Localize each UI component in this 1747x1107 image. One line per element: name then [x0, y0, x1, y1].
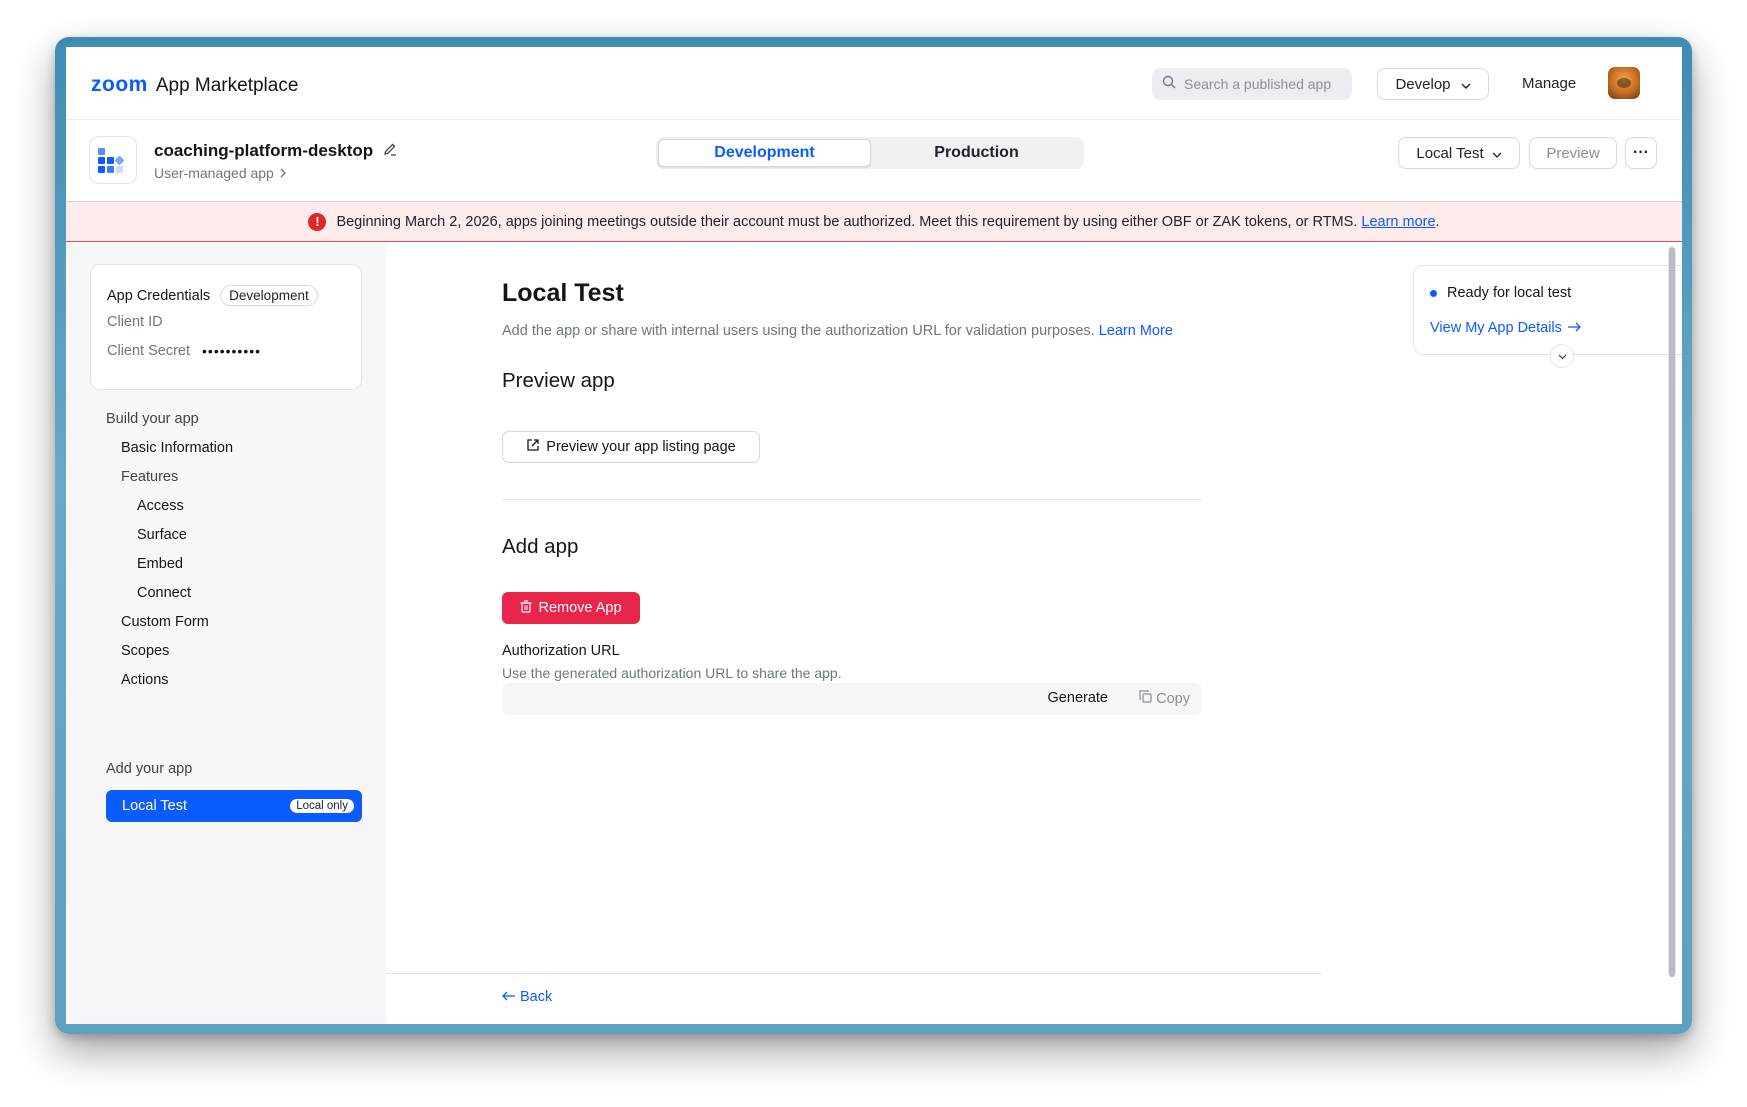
generate-button[interactable]: Generate [1048, 690, 1108, 706]
app-icon [89, 136, 137, 184]
search-input[interactable] [1184, 76, 1344, 92]
edit-icon[interactable] [383, 141, 397, 161]
sidebar-item-access[interactable]: Access [137, 498, 184, 514]
develop-dropdown[interactable]: Develop [1377, 68, 1489, 100]
client-id-row: Client ID [107, 314, 163, 330]
view-app-details-label: View My App Details [1430, 320, 1562, 336]
copy-label: Copy [1156, 690, 1190, 707]
sidebar-item-label: Local Test [122, 798, 188, 814]
external-link-icon [526, 438, 540, 456]
sidebar-item-local-test[interactable]: Local Test Local only [106, 790, 362, 822]
chevron-down-icon [1461, 76, 1471, 93]
manage-link[interactable]: Manage [1522, 75, 1576, 92]
top-nav: zoom App Marketplace Develop Manage [66, 47, 1682, 120]
status-text: Ready for local test [1447, 285, 1572, 301]
local-only-badge: Local only [290, 799, 354, 813]
banner-period: . [1435, 213, 1440, 230]
app-header: coaching-platform-desktop User-managed a… [66, 120, 1682, 201]
description-text: Add the app or share with internal users… [502, 323, 1095, 339]
authorization-url-help: Use the generated authorization URL to s… [502, 665, 842, 681]
sidebar-item-custom-form[interactable]: Custom Form [121, 614, 209, 630]
copy-icon [1139, 690, 1152, 707]
scrollbar-thumb[interactable] [1669, 247, 1675, 977]
logo-text: App Marketplace [155, 75, 299, 96]
tab-production[interactable]: Production [871, 139, 1082, 167]
view-app-details-link[interactable]: View My App Details [1430, 320, 1581, 336]
chevron-down-icon [1558, 347, 1567, 365]
nav-group-add: Add your app [106, 761, 193, 777]
marketplace-logo[interactable]: zoom App Marketplace [91, 73, 298, 97]
preview-listing-label: Preview your app listing page [546, 439, 736, 455]
sidebar-item-embed[interactable]: Embed [137, 556, 183, 572]
status-line: Ready for local test [1430, 285, 1571, 301]
arrow-right-icon [1567, 320, 1581, 336]
app-name: coaching-platform-desktop [154, 141, 397, 161]
banner-text: Beginning March 2, 2026, apps joining me… [336, 214, 1439, 230]
remove-app-label: Remove App [538, 600, 622, 616]
environment-badge: Development [220, 285, 318, 306]
page-title: Local Test [502, 279, 624, 307]
footer-divider [386, 973, 1322, 974]
chevron-down-icon [1492, 145, 1502, 162]
page-description: Add the app or share with internal users… [502, 323, 1173, 339]
client-secret-row: Client Secret •••••••••• [107, 343, 261, 359]
authorization-url-label: Authorization URL [502, 643, 620, 659]
status-card: Ready for local test View My App Details [1413, 265, 1682, 368]
avatar[interactable] [1608, 67, 1640, 99]
app-name-text: coaching-platform-desktop [154, 141, 374, 160]
arrow-left-icon [502, 989, 516, 1005]
search-icon [1162, 75, 1176, 94]
remove-app-button[interactable]: Remove App [502, 592, 640, 624]
banner-learn-more-link[interactable]: Learn more [1361, 214, 1435, 230]
environment-tabs: Development Production [656, 137, 1084, 169]
ellipsis-icon: ··· [1633, 144, 1649, 161]
sidebar-item-connect[interactable]: Connect [137, 585, 191, 601]
zoom-logo: zoom [91, 73, 148, 96]
learn-more-link[interactable]: Learn More [1099, 323, 1173, 339]
credentials-title: App Credentials [107, 287, 211, 304]
app-type-label: User-managed app [154, 165, 274, 181]
main-content: Local Test Add the app or share with int… [386, 243, 1682, 1024]
preview-heading: Preview app [502, 369, 615, 392]
client-secret-value[interactable]: •••••••••• [202, 343, 261, 359]
status-dot-icon [1430, 289, 1437, 297]
app-window: zoom App Marketplace Develop Manage [66, 47, 1682, 1024]
preview-button[interactable]: Preview [1529, 137, 1617, 169]
develop-label: Develop [1395, 75, 1451, 93]
section-divider [502, 499, 1202, 500]
tab-development[interactable]: Development [658, 139, 871, 167]
trash-icon [520, 599, 532, 617]
search-box[interactable] [1152, 68, 1352, 100]
add-app-heading: Add app [502, 535, 579, 558]
back-link[interactable]: Back [502, 989, 552, 1005]
local-test-label: Local Test [1416, 144, 1484, 162]
client-secret-label: Client Secret [107, 343, 191, 359]
back-label: Back [520, 989, 553, 1005]
copy-button[interactable]: Copy [1139, 690, 1190, 707]
error-icon: ! [308, 212, 327, 231]
sidebar-item-features[interactable]: Features [121, 469, 178, 485]
chevron-right-icon [280, 165, 286, 181]
collapse-toggle[interactable] [1550, 344, 1574, 368]
credentials-header: App Credentials Development [107, 285, 318, 306]
sidebar-item-scopes[interactable]: Scopes [121, 643, 169, 659]
local-test-dropdown[interactable]: Local Test [1398, 137, 1520, 169]
sidebar-item-basic-information[interactable]: Basic Information [121, 440, 233, 456]
nav-group-build: Build your app [106, 411, 199, 427]
sidebar-item-actions[interactable]: Actions [121, 672, 169, 688]
authorization-url-field[interactable]: Generate Copy [502, 683, 1202, 715]
banner-message: Beginning March 2, 2026, apps joining me… [336, 213, 1358, 230]
more-options-button[interactable]: ··· [1625, 137, 1657, 169]
credentials-card: App Credentials Development Client ID Cl… [90, 264, 362, 390]
app-type-link[interactable]: User-managed app [154, 165, 286, 181]
authorization-banner: ! Beginning March 2, 2026, apps joining … [66, 201, 1682, 242]
preview-listing-button[interactable]: Preview your app listing page [502, 431, 760, 463]
sidebar: App Credentials Development Client ID Cl… [66, 243, 386, 1024]
client-id-label: Client ID [107, 314, 163, 330]
sidebar-item-surface[interactable]: Surface [137, 527, 187, 543]
